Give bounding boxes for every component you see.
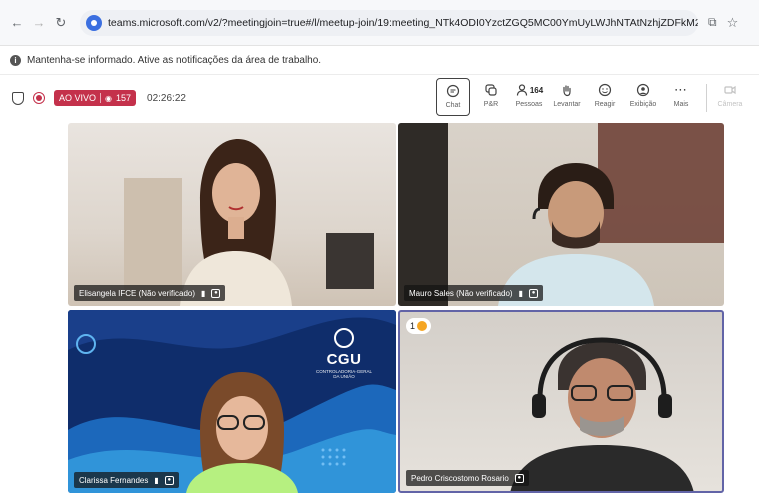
mic-icon: ● — [211, 288, 221, 298]
smiley-icon — [598, 81, 612, 99]
meeting-timer: 02:26:22 — [147, 92, 186, 104]
participant-name: Elisangela IFCE (Não verificado) — [79, 288, 196, 298]
viewer-count: 157 — [116, 93, 132, 103]
url-text: teams.microsoft.com/v2/?meetingjoin=true… — [108, 16, 698, 29]
participant-avatar — [180, 139, 292, 306]
reload-icon[interactable]: ↻ — [50, 12, 72, 34]
open-in-app-icon[interactable]: ⧉ — [708, 15, 717, 31]
mic-icon: ● — [514, 473, 524, 483]
mic-icon: ● — [529, 288, 539, 298]
camera-off-icon — [723, 81, 737, 99]
raised-hand-count: 1 — [410, 321, 416, 331]
camera-button[interactable]: Câmera — [713, 78, 747, 116]
participant-avatar — [510, 337, 694, 491]
participant-name: Pedro Criscostomo Rosario — [411, 473, 509, 483]
view-icon — [636, 81, 650, 99]
people-count: 164 — [529, 85, 544, 95]
notification-banner: i Mantenha-se informado. Ative as notifi… — [0, 47, 759, 75]
raised-hand-icon — [417, 321, 428, 331]
forward-arrow-icon[interactable]: → — [28, 12, 50, 34]
shield-icon — [12, 91, 24, 105]
live-label: AO VIVO — [59, 93, 97, 103]
meeting-toolbar: AO VIVO ◉ 157 02:26:22 Chat P&R 164 Pess… — [0, 76, 759, 120]
pin-icon: ▮ — [518, 288, 524, 298]
raise-hand-button[interactable]: Levantar — [550, 78, 584, 116]
address-bar[interactable]: teams.microsoft.com/v2/?meetingjoin=true… — [80, 9, 698, 36]
more-dots-icon: ⋯ — [674, 82, 688, 97]
more-button[interactable]: ⋯ Mais — [664, 78, 698, 116]
video-tile-active-speaker[interactable]: 1 Pedro Criscostomo Rosario ● — [398, 310, 724, 493]
cgu-logo: CGU CONTROLADORIA-GERAL DA UNIÃO — [314, 328, 374, 379]
chat-bubble-icon — [446, 82, 460, 100]
info-icon: i — [10, 55, 21, 66]
favorite-star-icon[interactable]: ☆ — [727, 15, 739, 31]
hand-icon — [560, 81, 574, 99]
browser-toolbar: ← → ↻ teams.microsoft.com/v2/?meetingjoi… — [0, 0, 759, 46]
pin-icon: ▮ — [154, 475, 159, 485]
qa-button[interactable]: P&R — [474, 78, 508, 116]
video-grid: Elisangela IFCE (Não verificado) ▮ ● Mau… — [0, 120, 759, 493]
participant-name: Mauro Sales (Não verificado) — [409, 288, 513, 298]
recording-icon — [33, 92, 45, 104]
participant-nametag: Elisangela IFCE (Não verificado) ▮ ● — [74, 285, 226, 301]
video-tile[interactable]: Mauro Sales (Não verificado) ▮ ● — [398, 123, 724, 306]
qa-icon — [484, 81, 498, 99]
participant-avatar — [498, 163, 654, 306]
video-tile[interactable]: CGU CONTROLADORIA-GERAL DA UNIÃO Clariss… — [68, 310, 396, 493]
pin-icon: ▮ — [201, 288, 206, 298]
background-plaque — [326, 233, 374, 289]
coat-of-arms-icon — [334, 328, 354, 348]
chat-button[interactable]: Chat — [436, 78, 470, 116]
toolbar-divider — [706, 84, 707, 112]
raised-hand-badge: 1 — [406, 318, 432, 334]
participant-avatar — [186, 372, 298, 493]
notification-text: Mantenha-se informado. Ative as notifica… — [27, 55, 322, 66]
video-tile[interactable]: Elisangela IFCE (Não verificado) ▮ ● — [68, 123, 396, 306]
background-wall-dark — [398, 123, 448, 306]
mic-icon: ● — [164, 475, 174, 485]
live-badge: AO VIVO ◉ 157 — [54, 90, 137, 106]
participant-name: Clarissa Fernandes — [79, 475, 149, 485]
participant-nametag: Clarissa Fernandes ▮ ● — [74, 472, 179, 488]
participant-nametag: Pedro Criscostomo Rosario ● — [406, 470, 529, 486]
react-button[interactable]: Reagir — [588, 78, 622, 116]
people-icon — [516, 84, 527, 96]
eye-icon: ◉ — [105, 93, 112, 103]
back-arrow-icon[interactable]: ← — [6, 12, 28, 34]
view-button[interactable]: Exibição — [626, 78, 660, 116]
participant-nametag: Mauro Sales (Não verificado) ▮ ● — [404, 285, 544, 301]
teams-site-icon — [86, 14, 102, 31]
people-button[interactable]: 164 Pessoas — [512, 78, 546, 116]
